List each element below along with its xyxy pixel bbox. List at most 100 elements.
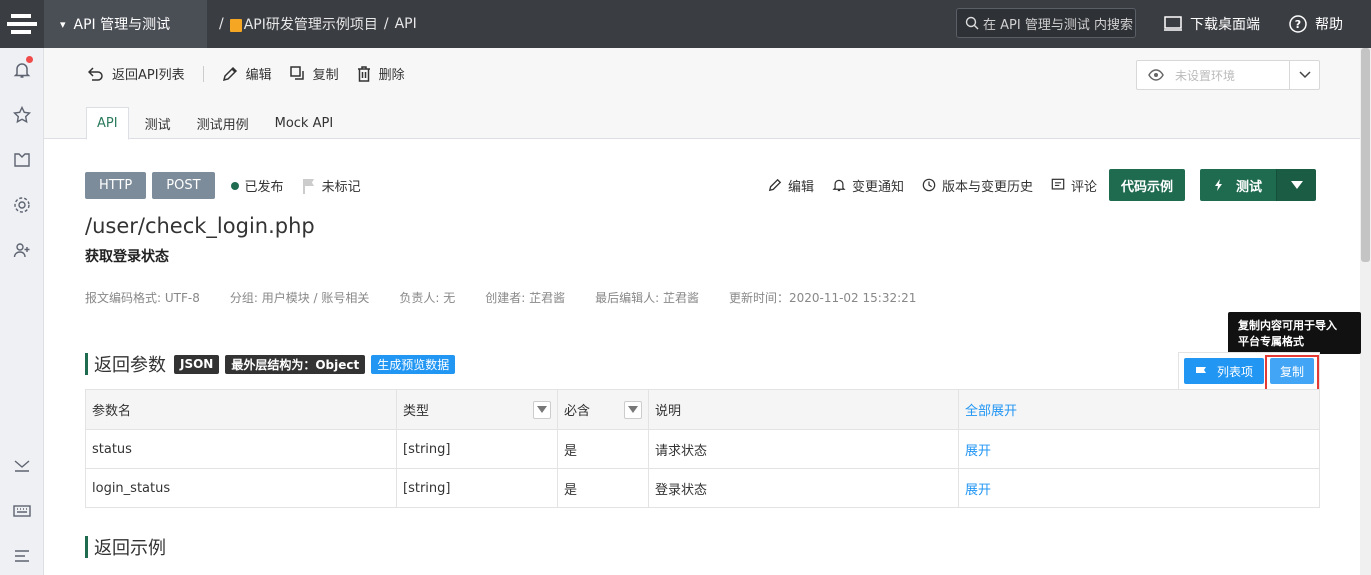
star-icon[interactable]	[0, 103, 44, 127]
module-switcher[interactable]: ▾ API 管理与测试	[44, 0, 207, 48]
logo-icon[interactable]	[0, 0, 44, 48]
api-actions: 编辑 变更通知 版本与变更历史 评论 代码示例 测试	[768, 169, 1316, 201]
tooltip-line-2: 平台专属格式	[1238, 334, 1351, 350]
meta-updated: 更新时间：2020-11-02 15:32:21	[729, 289, 916, 306]
return-example-title: 返回示例	[94, 534, 166, 560]
delete-button[interactable]: 删除	[357, 64, 405, 83]
generate-preview-button[interactable]: 生成预览数据	[371, 355, 455, 374]
param-required: 是	[558, 430, 649, 469]
return-params-title: 返回参数	[94, 351, 166, 377]
gift-icon	[230, 19, 242, 32]
comment-icon	[1051, 178, 1065, 192]
copy-tooltip: 复制内容可用于导入 平台专属格式	[1228, 312, 1361, 354]
status-label: 已发布	[245, 176, 284, 195]
delete-label: 删除	[379, 64, 405, 83]
edit-action[interactable]: 编辑	[768, 176, 814, 195]
param-type: [string]	[397, 469, 558, 508]
back-to-list-button[interactable]: 返回API列表	[88, 64, 185, 83]
toolbar-divider	[203, 66, 204, 82]
return-params-header: 返回参数 JSON 最外层结构为：Object 生成预览数据	[85, 351, 455, 377]
download-label: 下载桌面端	[1190, 14, 1260, 34]
keyboard-icon[interactable]	[0, 499, 44, 523]
expand-link[interactable]: 展开	[959, 469, 1320, 508]
comment-action[interactable]: 评论	[1051, 176, 1097, 195]
status-dot	[231, 182, 239, 190]
search-placeholder: 在 API 管理与测试 内搜索	[983, 14, 1133, 33]
notification-dot	[26, 56, 33, 63]
help-link[interactable]: ? 帮助	[1289, 14, 1343, 34]
eye-icon	[1137, 69, 1175, 81]
bell-icon	[832, 178, 846, 192]
type-filter-icon[interactable]	[533, 401, 551, 419]
json-tag: JSON	[174, 355, 219, 374]
breadcrumb-api[interactable]: API	[395, 16, 417, 32]
svg-text:?: ?	[1295, 18, 1301, 31]
api-meta: 报文编码格式: UTF-8 分组: 用户模块 / 账号相关 负责人: 无 创建者…	[85, 289, 946, 306]
search-input[interactable]: 在 API 管理与测试 内搜索	[956, 8, 1136, 38]
api-name: 获取登录状态	[85, 246, 169, 266]
col-header-type: 类型	[397, 390, 558, 430]
code-example-button[interactable]: 代码示例	[1109, 169, 1185, 201]
flag-icon[interactable]	[302, 178, 316, 194]
caret-down-icon	[1291, 181, 1303, 189]
gear-icon[interactable]	[0, 193, 44, 217]
monitor-icon	[1164, 16, 1182, 32]
copy-highlight	[1265, 355, 1319, 391]
pencil-icon	[222, 66, 238, 82]
back-arrow-icon	[88, 67, 104, 81]
test-dropdown-button[interactable]	[1276, 169, 1316, 201]
param-name: status	[86, 430, 397, 469]
notify-label: 变更通知	[852, 176, 904, 195]
test-button[interactable]: 测试	[1200, 169, 1276, 201]
tab-test-cases[interactable]: 测试用例	[187, 107, 259, 139]
history-icon	[922, 178, 936, 192]
flag-icon	[1195, 366, 1207, 376]
protocol-badge: HTTP	[85, 172, 146, 199]
tab-mock-api[interactable]: Mock API	[265, 107, 344, 139]
tab-api[interactable]: API	[86, 107, 129, 140]
expand-link[interactable]: 展开	[959, 430, 1320, 469]
outer-structure-tag[interactable]: 最外层结构为：Object	[225, 355, 365, 374]
test-label: 测试	[1236, 176, 1262, 195]
menu-icon[interactable]	[0, 544, 44, 568]
api-toolbar: 返回API列表 编辑 复制 删除	[88, 64, 423, 83]
expand-all-link[interactable]: 全部展开	[959, 390, 1320, 430]
param-desc: 登录状态	[649, 469, 959, 508]
add-user-icon[interactable]	[0, 238, 44, 262]
return-example-header: 返回示例	[85, 534, 166, 560]
top-bar: ▾ API 管理与测试 / API研发管理示例项目 / API 在 API 管理…	[44, 0, 1371, 48]
copy-button[interactable]: 复制	[290, 64, 339, 83]
trash-icon	[357, 66, 371, 82]
chevron-down-icon	[1289, 61, 1319, 89]
type-header-label: 类型	[403, 400, 429, 419]
mark-label[interactable]: 未标记	[322, 176, 361, 195]
change-notify-action[interactable]: 变更通知	[832, 176, 904, 195]
breadcrumb: / API研发管理示例项目 / API	[213, 14, 417, 34]
copy-label: 复制	[313, 64, 339, 83]
bell-icon[interactable]	[0, 58, 44, 82]
history-action[interactable]: 版本与变更历史	[922, 176, 1033, 195]
meta-encoding: 报文编码格式: UTF-8	[85, 289, 200, 306]
module-label: API 管理与测试	[74, 14, 171, 34]
copy-icon	[290, 66, 305, 81]
meta-owner: 负责人: 无	[399, 289, 455, 306]
table-header-row: 参数名 类型 必含 说明 全部展开	[86, 390, 1320, 430]
param-type: [string]	[397, 430, 558, 469]
environment-select[interactable]: 未设置环境	[1136, 60, 1320, 90]
breadcrumb-project[interactable]: API研发管理示例项目	[244, 14, 378, 34]
edit-action-label: 编辑	[788, 176, 814, 195]
scrollbar-thumb[interactable]	[1361, 48, 1370, 262]
search-icon	[965, 16, 979, 30]
required-filter-icon[interactable]	[624, 401, 642, 419]
shirt-icon[interactable]	[0, 148, 44, 172]
edit-button[interactable]: 编辑	[222, 64, 272, 83]
tab-test[interactable]: 测试	[135, 107, 181, 139]
api-tabs: API 测试 测试用例 Mock API	[86, 107, 349, 140]
download-desktop-link[interactable]: 下载桌面端	[1164, 14, 1260, 34]
collapse-icon[interactable]	[0, 454, 44, 478]
chevron-down-icon: ▾	[60, 18, 66, 31]
left-rail	[0, 0, 44, 575]
environment-placeholder: 未设置环境	[1175, 67, 1289, 84]
list-view-button[interactable]: 列表项	[1184, 358, 1264, 384]
api-badges: HTTP POST 已发布 未标记	[85, 172, 361, 199]
